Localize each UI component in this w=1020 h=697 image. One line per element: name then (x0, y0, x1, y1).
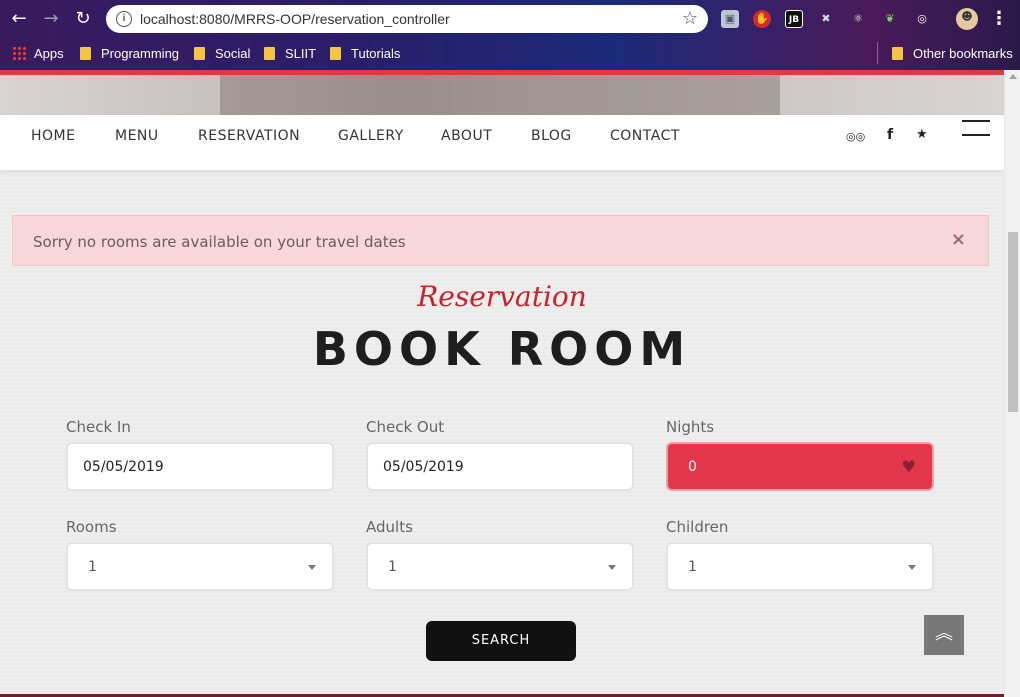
nights-value: 0 (688, 459, 697, 475)
nav-menu[interactable]: MENU (115, 128, 159, 144)
nav-blog[interactable]: BLOG (531, 128, 572, 144)
more-menu-icon[interactable]: ⋮ (988, 8, 1010, 30)
scroll-up-icon[interactable] (1009, 74, 1017, 79)
tool-icon[interactable]: ✖ (817, 10, 835, 28)
bookmark-label: Tutorials (351, 46, 401, 61)
rooms-select[interactable]: 1 (66, 542, 334, 591)
nav-home[interactable]: HOME (31, 128, 75, 144)
browser-toolbar: ← → ↻ i localhost:8080/MRRS-OOP/reservat… (0, 0, 1020, 38)
page-scrollbar[interactable] (1004, 70, 1020, 697)
reload-icon[interactable]: ↻ (72, 8, 94, 30)
hero-image (0, 75, 1004, 115)
nights-label: Nights (666, 418, 715, 436)
hamburger-menu-icon[interactable] (962, 120, 990, 138)
back-arrow-icon[interactable]: ← (8, 8, 30, 30)
site-navbar: HOME MENU RESERVATION GALLERY ABOUT BLOG… (0, 115, 1004, 170)
rooms-value: 1 (88, 559, 97, 575)
jb-icon[interactable]: JB (785, 10, 803, 28)
browser-chrome: ← → ↻ i localhost:8080/MRRS-OOP/reservat… (0, 0, 1020, 70)
nav-gallery[interactable]: GALLERY (338, 128, 404, 144)
scroll-to-top-icon[interactable]: ︽ (924, 615, 964, 655)
folder-icon (80, 47, 91, 60)
bookmark-label: SLIIT (285, 46, 317, 61)
availability-alert: Sorry no rooms are available on your tra… (12, 215, 989, 266)
bookmark-tutorials[interactable]: Tutorials (330, 44, 400, 64)
forward-arrow-icon[interactable]: → (40, 8, 62, 30)
rooms-label: Rooms (66, 518, 117, 536)
bookmark-programming[interactable]: Programming (80, 44, 179, 64)
adults-label: Adults (366, 518, 413, 536)
react-icon[interactable]: ⚛ (849, 10, 867, 28)
twitter-icon[interactable]: ★ (916, 127, 928, 142)
bookmark-other[interactable]: Other bookmarks (892, 44, 1013, 64)
facebook-icon[interactable]: f (887, 127, 893, 143)
chevron-down-icon (308, 565, 316, 570)
bookmark-label: Programming (101, 46, 180, 61)
hand-stop-icon[interactable]: ✋ (753, 10, 771, 28)
bookmark-label: Apps (34, 46, 64, 61)
adults-value: 1 (388, 559, 397, 575)
folder-icon (330, 47, 341, 60)
nav-reservation[interactable]: RESERVATION (198, 128, 300, 144)
target-icon[interactable]: ◎ (913, 10, 931, 28)
bookmark-apps[interactable]: Apps (12, 44, 64, 64)
folder-icon (892, 47, 903, 60)
folder-icon (194, 47, 205, 60)
children-value: 1 (688, 559, 697, 575)
section-subtitle: Reservation (417, 280, 587, 313)
check-out-input[interactable]: 05/05/2019 (366, 442, 634, 491)
bookmark-star-icon[interactable]: ☆ (682, 8, 698, 29)
chevron-down-icon (908, 565, 916, 570)
nav-about[interactable]: ABOUT (441, 128, 492, 144)
bookmark-label: Other bookmarks (913, 46, 1013, 61)
bookmarks-bar: Apps Programming Social SLIIT Tutorials … (0, 38, 1020, 70)
bookmark-social[interactable]: Social (194, 44, 250, 64)
nav-contact[interactable]: CONTACT (610, 128, 680, 144)
tripadvisor-icon[interactable]: ◎◎ (846, 130, 865, 143)
page-title: BOOK ROOM (312, 322, 692, 376)
check-in-input[interactable]: 05/05/2019 (66, 442, 334, 491)
web-page: HOME MENU RESERVATION GALLERY ABOUT BLOG… (0, 70, 1004, 697)
bookmark-label: Social (215, 46, 251, 61)
search-button[interactable]: SEARCH (426, 621, 576, 661)
bookmarks-divider (877, 42, 878, 64)
heart-icon: ♥ (901, 457, 916, 476)
check-out-label: Check Out (366, 418, 445, 436)
hero-overlay (220, 75, 780, 115)
children-select[interactable]: 1 (666, 542, 934, 591)
check-out-value: 05/05/2019 (383, 459, 464, 475)
check-in-value: 05/05/2019 (83, 459, 164, 475)
nights-field: 0 ♥ (666, 442, 934, 491)
apps-grid-icon (12, 46, 26, 60)
leaf-icon[interactable]: ❦ (881, 10, 899, 28)
cube-icon[interactable]: ▣ (721, 10, 739, 28)
children-label: Children (666, 518, 729, 536)
check-in-label: Check In (66, 418, 131, 436)
scrollbar-thumb[interactable] (1008, 232, 1018, 412)
info-icon[interactable]: i (116, 11, 132, 27)
avatar[interactable]: ☻ (956, 8, 978, 30)
alert-message: Sorry no rooms are available on your tra… (33, 233, 406, 251)
close-icon[interactable]: × (951, 229, 966, 250)
bookmark-sliit[interactable]: SLIIT (264, 44, 316, 64)
address-bar[interactable]: i localhost:8080/MRRS-OOP/reservation_co… (106, 5, 708, 33)
url-text[interactable]: localhost:8080/MRRS-OOP/reservation_cont… (140, 11, 450, 27)
folder-icon (264, 47, 275, 60)
chevron-down-icon (608, 565, 616, 570)
adults-select[interactable]: 1 (366, 542, 634, 591)
